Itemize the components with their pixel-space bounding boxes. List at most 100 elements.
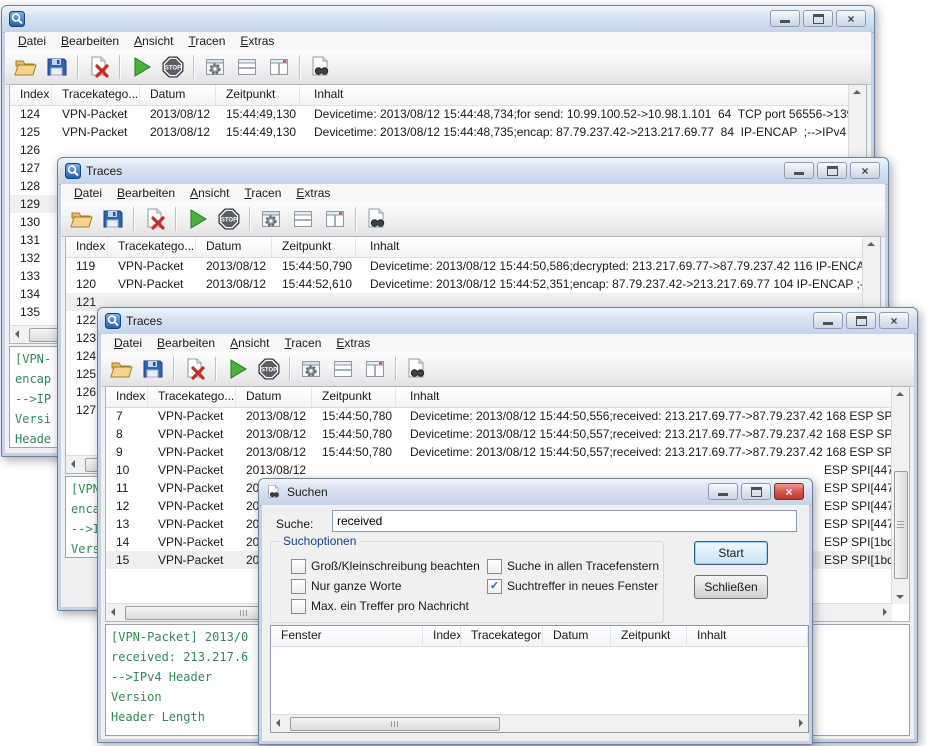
search-input[interactable] xyxy=(332,510,797,532)
titlebar[interactable]: Traces × xyxy=(98,308,917,335)
close-button[interactable]: × xyxy=(836,10,866,27)
minimize-button[interactable] xyxy=(708,483,738,500)
scroll-left-icon[interactable] xyxy=(111,608,115,616)
column-header[interactable]: Zeitpunkt xyxy=(272,237,356,257)
result-column-header[interactable]: Tracekategorie xyxy=(461,626,543,646)
column-header[interactable]: Index xyxy=(10,85,52,105)
menu-item-extras[interactable]: Extras xyxy=(289,184,338,202)
column-header[interactable]: Datum xyxy=(196,237,272,257)
table-row[interactable]: 9VPN-Packet2013/08/1215:44:50,780Devicet… xyxy=(106,443,892,461)
column-header[interactable]: Index xyxy=(106,387,148,407)
checkbox[interactable] xyxy=(291,559,306,574)
scroll-left-icon[interactable] xyxy=(15,330,19,338)
stop-trace-button[interactable] xyxy=(213,205,245,233)
column-header[interactable]: Index xyxy=(66,237,108,257)
column-header[interactable]: Datum xyxy=(236,387,312,407)
restore-button[interactable] xyxy=(803,10,833,27)
scroll-left-icon[interactable] xyxy=(71,460,75,468)
search-button[interactable] xyxy=(401,355,433,383)
column-header[interactable]: Inhalt xyxy=(396,387,892,407)
menu-item-extras[interactable]: Extras xyxy=(329,334,378,352)
column-header[interactable]: Inhalt xyxy=(300,85,849,105)
menu-item-ansicht[interactable]: Ansicht xyxy=(183,184,237,202)
save-trace-button[interactable] xyxy=(97,205,129,233)
column-header[interactable]: Tracekatego... xyxy=(108,237,196,257)
split-vertical-button[interactable] xyxy=(319,205,351,233)
checkbox[interactable] xyxy=(291,599,306,614)
split-horizontal-button[interactable] xyxy=(287,205,319,233)
menu-item-datei[interactable]: Datei xyxy=(11,32,54,50)
start-trace-button[interactable] xyxy=(221,355,253,383)
table-row[interactable]: 124VPN-Packet2013/08/1215:44:49,130Devic… xyxy=(10,105,849,123)
delete-trace-button[interactable] xyxy=(83,53,115,81)
column-header[interactable]: Zeitpunkt xyxy=(216,85,300,105)
vertical-scrollbar[interactable] xyxy=(891,387,909,604)
close-dialog-button[interactable]: Schließen xyxy=(694,575,768,599)
restore-button[interactable] xyxy=(846,312,876,329)
checkbox[interactable] xyxy=(487,559,502,574)
maximize-button[interactable] xyxy=(741,483,771,500)
menu-item-bearbeiten[interactable]: Bearbeiten xyxy=(150,334,223,352)
search-button[interactable] xyxy=(361,205,393,233)
search-button[interactable] xyxy=(305,53,337,81)
save-trace-button[interactable] xyxy=(137,355,169,383)
table-row[interactable]: 10VPN-Packet2013/08/12ESP SPI[4476e332 xyxy=(106,461,892,479)
menu-item-datei[interactable]: Datei xyxy=(67,184,110,202)
menu-item-tracen[interactable]: Tracen xyxy=(237,184,289,202)
checkbox[interactable]: ✓ xyxy=(487,579,502,594)
scrollbar-thumb[interactable] xyxy=(894,471,908,579)
menu-item-tracen[interactable]: Tracen xyxy=(181,32,233,50)
column-header[interactable]: Tracekatego... xyxy=(148,387,236,407)
horizontal-scrollbar[interactable] xyxy=(271,714,808,732)
table-row[interactable]: 8VPN-Packet2013/08/1215:44:50,780Devicet… xyxy=(106,425,892,443)
trace-settings-button[interactable] xyxy=(199,53,231,81)
menu-item-ansicht[interactable]: Ansicht xyxy=(127,32,181,50)
result-column-header[interactable]: Fenster xyxy=(271,626,423,646)
menu-item-ansicht[interactable]: Ansicht xyxy=(223,334,277,352)
split-horizontal-button[interactable] xyxy=(231,53,263,81)
open-trace-button[interactable] xyxy=(9,53,41,81)
minimize-button[interactable] xyxy=(784,162,814,179)
close-button[interactable]: × xyxy=(774,483,804,500)
titlebar[interactable]: Suchen × xyxy=(259,479,812,506)
checkbox[interactable] xyxy=(291,579,306,594)
result-column-header[interactable]: Inhalt xyxy=(687,626,808,646)
delete-trace-button[interactable] xyxy=(139,205,171,233)
split-vertical-button[interactable] xyxy=(263,53,295,81)
scroll-up-icon[interactable] xyxy=(896,392,904,396)
titlebar[interactable]: Traces × xyxy=(58,158,888,185)
open-trace-button[interactable] xyxy=(105,355,137,383)
minimize-button[interactable] xyxy=(770,10,800,27)
menu-item-bearbeiten[interactable]: Bearbeiten xyxy=(54,32,127,50)
table-row[interactable]: 120VPN-Packet2013/08/1215:44:52,610Devic… xyxy=(66,275,863,293)
start-trace-button[interactable] xyxy=(181,205,213,233)
trace-settings-button[interactable] xyxy=(295,355,327,383)
menu-item-extras[interactable]: Extras xyxy=(233,32,282,50)
menu-item-bearbeiten[interactable]: Bearbeiten xyxy=(110,184,183,202)
column-header[interactable]: Inhalt xyxy=(356,237,863,257)
scroll-right-icon[interactable] xyxy=(799,719,803,727)
scroll-down-icon[interactable] xyxy=(896,595,904,599)
titlebar[interactable]: × xyxy=(2,6,874,33)
close-button[interactable]: × xyxy=(879,312,909,329)
close-button[interactable]: × xyxy=(850,162,880,179)
save-trace-button[interactable] xyxy=(41,53,73,81)
minimize-button[interactable] xyxy=(813,312,843,329)
scroll-left-icon[interactable] xyxy=(276,719,280,727)
column-header[interactable]: Zeitpunkt xyxy=(312,387,396,407)
table-row[interactable]: 7VPN-Packet2013/08/1215:44:50,780Devicet… xyxy=(106,407,892,425)
delete-trace-button[interactable] xyxy=(179,355,211,383)
stop-trace-button[interactable] xyxy=(157,53,189,81)
restore-button[interactable] xyxy=(817,162,847,179)
trace-settings-button[interactable] xyxy=(255,205,287,233)
stop-trace-button[interactable] xyxy=(253,355,285,383)
open-trace-button[interactable] xyxy=(65,205,97,233)
result-column-header[interactable]: Datum xyxy=(543,626,611,646)
scroll-right-icon[interactable] xyxy=(883,608,887,616)
result-column-header[interactable]: Zeitpunkt xyxy=(611,626,687,646)
scrollbar-thumb[interactable] xyxy=(290,717,500,731)
column-header[interactable]: Tracekatego... xyxy=(52,85,140,105)
table-row[interactable]: 125VPN-Packet2013/08/1215:44:49,130Devic… xyxy=(10,123,849,141)
table-row[interactable]: 119VPN-Packet2013/08/1215:44:50,790Devic… xyxy=(66,257,863,275)
scroll-up-icon[interactable] xyxy=(853,90,861,94)
